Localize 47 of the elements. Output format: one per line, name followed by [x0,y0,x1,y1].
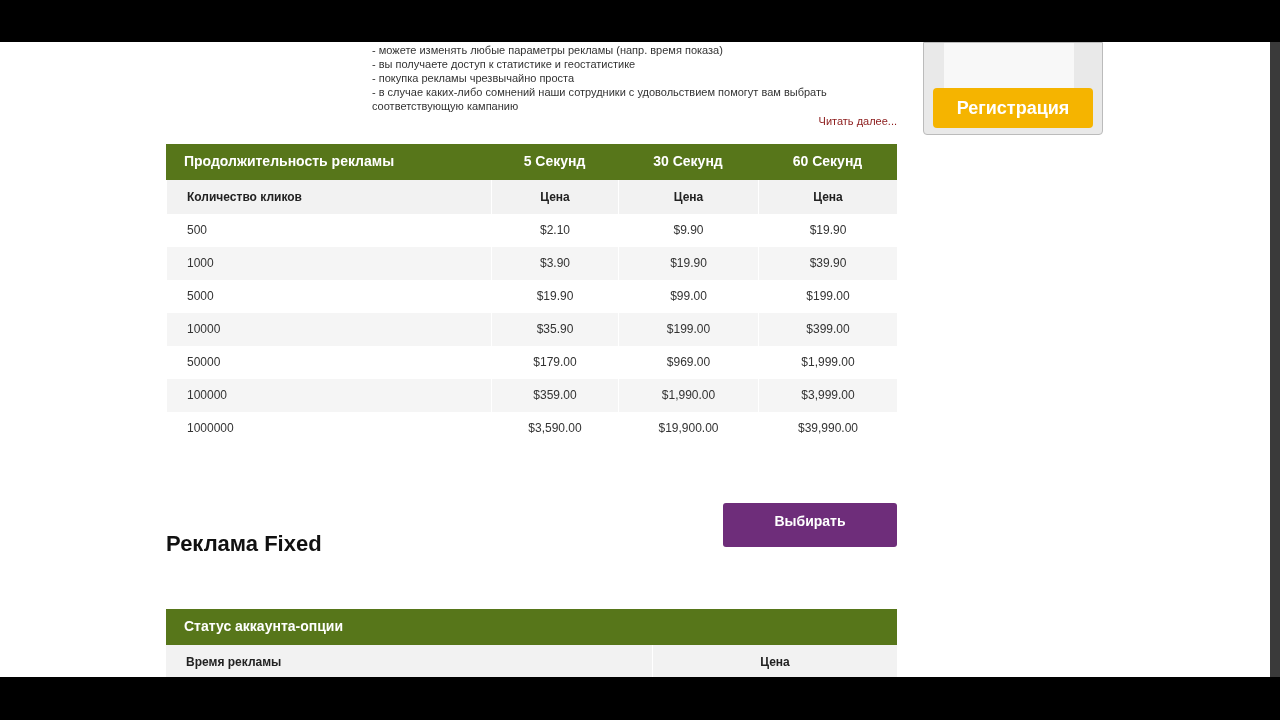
table-cell-text: $1,990.00 [661,387,716,404]
table-cell-text: $359.00 [533,387,577,404]
table-cell-text: $3,999.00 [801,387,855,404]
bullet-text: - в случае каких-либо сомнений наши сотрудники с удовольствием помогут вам выбрать соответствующую кампанию [372,85,828,113]
column-header: 30 Секунд [653,153,723,169]
column-header: 60 Секунд [792,153,863,169]
table-cell-text: $179.00 [533,354,577,371]
column-subheader: Цена [760,653,790,671]
choose-button[interactable]: Выбирать [723,502,897,547]
table-header: Статус аккаунта-опции [184,617,344,636]
table-cell-text: 1000 [187,255,214,272]
column-header: Продолжительность рекламы [184,153,395,169]
table-cell-text: $2.10 [540,222,570,239]
table-cell-text: $3.90 [540,255,570,272]
read-more-link[interactable]: Читать далее... [818,113,897,130]
table-cell-text: $399.00 [806,321,850,338]
section-title: Реклама Fixed [166,529,322,558]
bullet-text: - вы получаете доступ к статистике и геостатистике [372,57,637,71]
column-subheader: Цена [673,188,704,206]
table-cell-text: $969.00 [666,354,711,371]
table-cell-text: $19,900.00 [658,420,719,437]
table-cell-text: 1000000 [187,420,234,437]
column-subheader: Время рекламы [186,654,282,669]
bullet-text: - можете изменять любые параметры рекламы (напр. время показа) [372,43,724,57]
table-cell-text: $3,590.00 [528,420,582,437]
table-cell-text: $19.90 [536,288,574,305]
column-header: 5 Секунд [523,153,586,169]
scrollbar[interactable] [1270,42,1280,677]
column-subheader: Цена [540,188,570,206]
table-cell-text: $39,990.00 [797,420,859,437]
table-cell-text: $99.00 [670,288,707,305]
table-cell-text: $19.90 [809,222,847,239]
table-cell-text: $19.90 [670,255,707,272]
table-cell-text: $39.90 [809,255,847,272]
table-cell-text: $199.00 [666,321,711,338]
column-subheader: Количество кликов [187,188,302,206]
table-cell-text: $35.90 [536,321,574,338]
table-cell-text: $199.00 [806,288,850,305]
table-cell-text: $1,999.00 [801,354,855,371]
column-subheader: Цена [813,188,843,206]
table-cell-text: 5000 [187,288,214,305]
table-cell-text: 50000 [187,354,221,371]
bullet-text: - покупка рекламы чрезвычайно проста [372,71,576,85]
table-cell-text: 10000 [187,321,221,338]
table-cell-text: $9.90 [673,222,704,239]
table-cell-text: 500 [187,222,208,239]
table-cell-text: 100000 [187,387,228,404]
